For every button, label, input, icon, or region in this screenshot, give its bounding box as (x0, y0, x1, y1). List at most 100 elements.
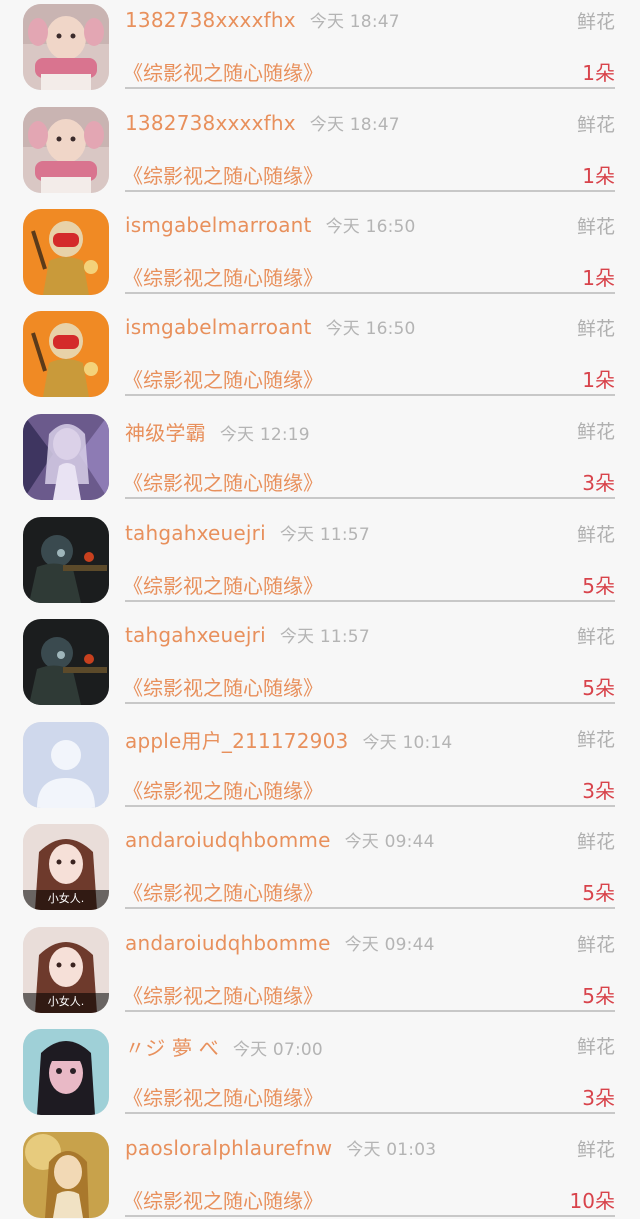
girl-photo-avatar[interactable]: 小女人. (23, 927, 109, 1013)
book-title[interactable]: 《综影视之随心随缘》 (123, 1185, 323, 1214)
armored-warrior-avatar[interactable] (23, 311, 109, 397)
timestamp: 今天 11:57 (279, 525, 370, 545)
dark-hair-girl-avatar-image (23, 1029, 109, 1115)
divider (125, 87, 615, 89)
soldier-sniper-avatar[interactable] (23, 619, 109, 705)
divider (125, 190, 615, 192)
user-name[interactable]: paosloralphlaurefnw (125, 1136, 332, 1160)
divider (125, 600, 615, 602)
user-name[interactable]: 1382738xxxxfhx (125, 8, 296, 32)
anime-girl-avatar[interactable] (23, 414, 109, 500)
user-name[interactable]: 〃ジ 夢 べ (125, 1036, 219, 1060)
list-item[interactable]: tahgahxeuejri 今天 11:57 鲜花 《综影视之随心随缘》 5朵 (0, 513, 640, 616)
timestamp: 今天 07:00 (232, 1040, 323, 1060)
user-name[interactable]: apple用户_211172903 (125, 729, 348, 753)
soldier-sniper-avatar-image (23, 517, 109, 603)
divider (125, 1215, 615, 1217)
user-name[interactable]: 神级学霸 (125, 421, 206, 445)
divider (125, 805, 615, 807)
gift-type: 鲜花 (576, 934, 615, 956)
list-item[interactable]: 小女人. andaroiudqhbomme 今天 09:44 鲜花 《综影视之随心随缘》… (0, 923, 640, 1026)
list-item[interactable]: 神级学霸 今天 12:19 鲜花《综影视之随心随缘》 3朵 (0, 410, 640, 513)
baby-photo-avatar[interactable] (23, 4, 109, 90)
timestamp: 今天 18:47 (309, 12, 400, 32)
gift-count: 5朵 (582, 984, 615, 1008)
dark-hair-girl-avatar[interactable] (23, 1029, 109, 1115)
gift-type: 鲜花 (576, 421, 615, 443)
baby-photo-avatar-image (23, 4, 109, 90)
timestamp: 今天 09:44 (344, 832, 435, 852)
gift-type: 鲜花 (576, 11, 615, 33)
gift-count: 1朵 (582, 61, 615, 85)
gift-count: 5朵 (582, 676, 615, 700)
list-item[interactable]: apple用户_211172903 今天 10:14 鲜花《综影视之随心随缘》 3朵 (0, 718, 640, 821)
divider (125, 1010, 615, 1012)
timestamp: 今天 18:47 (309, 115, 400, 135)
girl-photo-avatar[interactable]: 小女人. (23, 824, 109, 910)
armored-warrior-avatar[interactable] (23, 209, 109, 295)
list-item[interactable]: 小女人. andaroiudqhbomme 今天 09:44 鲜花《综影视之随心随缘》… (0, 820, 640, 923)
default-user-avatar[interactable] (23, 722, 109, 808)
user-name[interactable]: andaroiudqhbomme (125, 931, 331, 955)
book-title[interactable]: 《综影视之随心随缘》 (123, 570, 323, 599)
list-item[interactable]: 〃ジ 夢 べ今天 07:00 鲜花 《综影视之随心随缘》 3朵 (0, 1025, 640, 1128)
gift-record-list: 1382738xxxxfhx 今天 18:47 鲜花 《综影视之随心随缘》 1朵 138… (0, 0, 640, 1219)
gift-type: 鲜花 (576, 318, 615, 340)
gift-count: 10朵 (569, 1189, 615, 1213)
soldier-sniper-avatar-image (23, 619, 109, 705)
baby-photo-avatar[interactable] (23, 107, 109, 193)
gift-type: 鲜花 (576, 831, 615, 853)
user-name[interactable]: ismgabelmarroant (125, 315, 312, 339)
timestamp: 今天 16:50 (325, 319, 416, 339)
gift-count: 1朵 (582, 266, 615, 290)
user-name[interactable]: tahgahxeuejri (125, 521, 266, 545)
book-title[interactable]: 《综影视之随心随缘》 (123, 877, 323, 906)
list-item[interactable]: 1382738xxxxfhx 今天 18:47 鲜花《综影视之随心随缘》 1朵 (0, 0, 640, 103)
divider (125, 497, 615, 499)
list-item[interactable]: ismgabelmarroant 今天 16:50 鲜花《综影视之随心随缘》 1朵 (0, 205, 640, 308)
book-title[interactable]: 《综影视之随心随缘》 (123, 980, 323, 1009)
list-item[interactable]: tahgahxeuejri 今天 11:57 鲜花 《综影视之随心随缘》 5朵 (0, 615, 640, 718)
gift-type: 鲜花 (576, 626, 615, 648)
book-title[interactable]: 《综影视之随心随缘》 (123, 1082, 323, 1111)
gift-type: 鲜花 (576, 524, 615, 546)
baby-photo-avatar-image (23, 107, 109, 193)
timestamp: 今天 01:03 (346, 1140, 437, 1160)
avatar-caption: 小女人. (47, 995, 85, 1008)
gift-count: 1朵 (582, 164, 615, 188)
list-item[interactable]: ismgabelmarroant 今天 16:50 鲜花《综影视之随心随缘》 1朵 (0, 307, 640, 410)
book-title[interactable]: 《综影视之随心随缘》 (123, 775, 323, 804)
golden-portrait-avatar[interactable] (23, 1132, 109, 1218)
gift-count: 5朵 (582, 881, 615, 905)
gift-type: 鲜花 (576, 216, 615, 238)
timestamp: 今天 12:19 (219, 425, 310, 445)
book-title[interactable]: 《综影视之随心随缘》 (123, 262, 323, 291)
gift-count: 1朵 (582, 368, 615, 392)
anime-girl-avatar-image (23, 414, 109, 500)
user-name[interactable]: andaroiudqhbomme (125, 828, 331, 852)
book-title[interactable]: 《综影视之随心随缘》 (123, 672, 323, 701)
user-name[interactable]: tahgahxeuejri (125, 623, 266, 647)
soldier-sniper-avatar[interactable] (23, 517, 109, 603)
gift-type: 鲜花 (576, 1036, 615, 1058)
timestamp: 今天 10:14 (362, 733, 453, 753)
book-title[interactable]: 《综影视之随心随缘》 (123, 467, 323, 496)
armored-warrior-avatar-image (23, 311, 109, 397)
armored-warrior-avatar-image (23, 209, 109, 295)
golden-portrait-avatar-image (23, 1132, 109, 1218)
book-title[interactable]: 《综影视之随心随缘》 (123, 57, 323, 86)
user-name[interactable]: ismgabelmarroant (125, 213, 312, 237)
book-title[interactable]: 《综影视之随心随缘》 (123, 364, 323, 393)
gift-count: 3朵 (582, 779, 615, 803)
divider (125, 702, 615, 704)
user-name[interactable]: 1382738xxxxfhx (125, 111, 296, 135)
gift-type: 鲜花 (576, 729, 615, 751)
gift-count: 3朵 (582, 471, 615, 495)
divider (125, 394, 615, 396)
timestamp: 今天 16:50 (325, 217, 416, 237)
book-title[interactable]: 《综影视之随心随缘》 (123, 160, 323, 189)
divider (125, 907, 615, 909)
divider (125, 1112, 615, 1114)
list-item[interactable]: paosloralphlaurefnw 今天 01:03 鲜花 《综影视之随心随缘》 1… (0, 1128, 640, 1219)
list-item[interactable]: 1382738xxxxfhx 今天 18:47 鲜花 《综影视之随心随缘》 1朵 (0, 103, 640, 206)
